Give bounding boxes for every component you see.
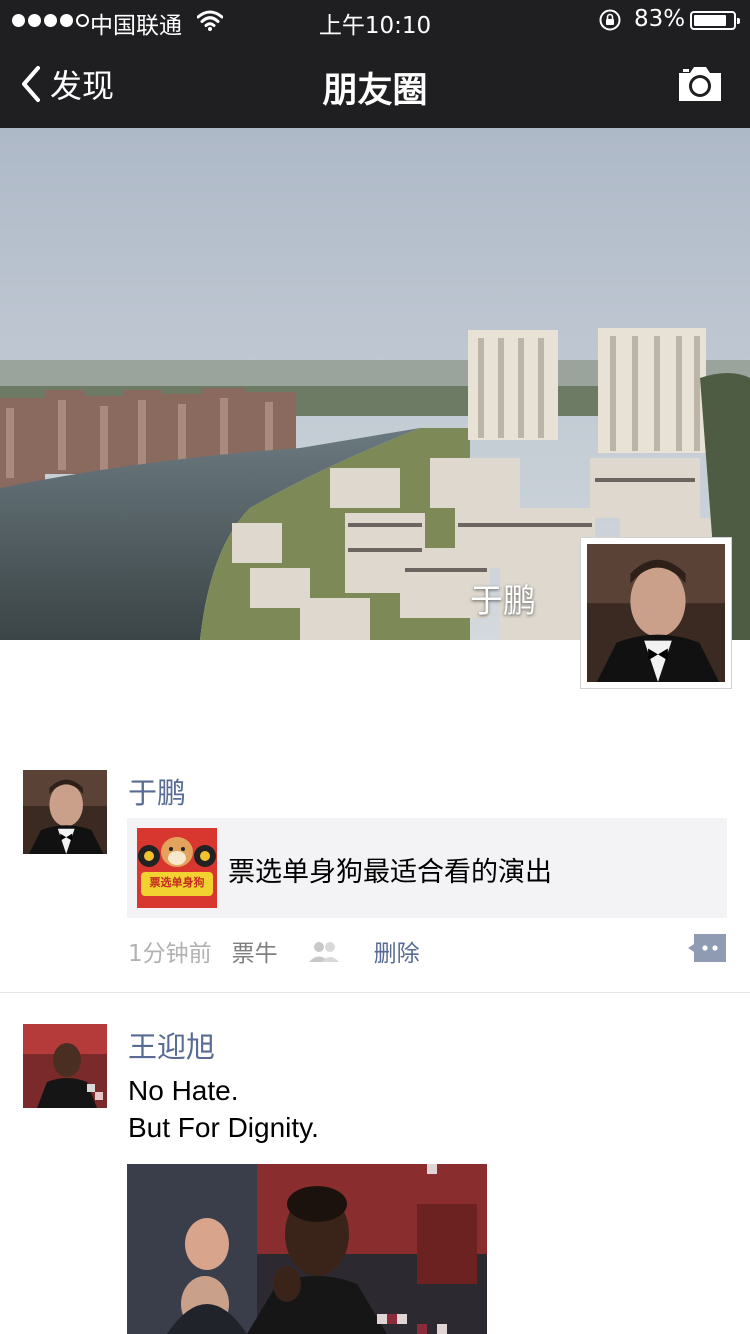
cover-user-name: 于鹏 — [470, 581, 536, 620]
battery-icon — [690, 11, 740, 30]
post-source[interactable]: 票牛 — [232, 934, 278, 968]
avatar-image — [23, 1024, 107, 1108]
post-photo[interactable] — [127, 1164, 487, 1334]
share-thumbnail-text: 票选单身狗 — [150, 875, 205, 889]
chevron-left-icon — [22, 66, 40, 102]
avatar[interactable] — [23, 770, 107, 854]
battery-percent: 83% — [634, 6, 686, 32]
share-thumbnail: 票选单身狗 — [137, 828, 217, 908]
rotation-lock-icon — [599, 9, 621, 31]
profile-avatar[interactable] — [580, 537, 732, 689]
shared-link-card[interactable]: 票选单身狗 票选单身狗最适合看的演出 — [127, 818, 727, 918]
top-bar: 中国联通 上午10:10 83% 发现 朋友圈 — [0, 0, 750, 128]
comment-icon[interactable] — [688, 934, 726, 962]
delete-button[interactable]: 删除 — [374, 934, 420, 968]
avatar-image — [23, 770, 107, 854]
status-bar: 中国联通 上午10:10 83% — [0, 0, 750, 40]
share-title: 票选单身狗最适合看的演出 — [228, 857, 552, 888]
battery-level-fill — [694, 15, 726, 26]
moment-post: 于鹏 票选单身狗 票选单身狗最适合看的演出 1分钟前 票牛 删除 — [0, 770, 750, 994]
visibility-group-icon[interactable] — [308, 940, 340, 962]
post-image — [127, 1164, 487, 1334]
back-button[interactable]: 发现 — [18, 62, 114, 106]
post-author[interactable]: 于鹏 — [128, 770, 186, 812]
moment-post: 王迎旭 No Hate. But For Dignity. — [0, 1024, 750, 1334]
camera-icon[interactable] — [676, 64, 724, 104]
post-text-line: But For Dignity. — [128, 1112, 319, 1143]
post-author[interactable]: 王迎旭 — [128, 1024, 215, 1066]
avatar — [587, 544, 725, 682]
post-text: No Hate. But For Dignity. — [128, 1072, 319, 1146]
post-text-line: No Hate. — [128, 1075, 239, 1106]
back-label: 发现 — [50, 67, 115, 105]
nav-bar: 发现 朋友圈 — [0, 40, 750, 128]
post-meta: 1分钟前 票牛 删除 — [128, 934, 420, 968]
post-time: 1分钟前 — [128, 941, 212, 967]
avatar[interactable] — [23, 1024, 107, 1108]
post-divider — [0, 992, 750, 993]
